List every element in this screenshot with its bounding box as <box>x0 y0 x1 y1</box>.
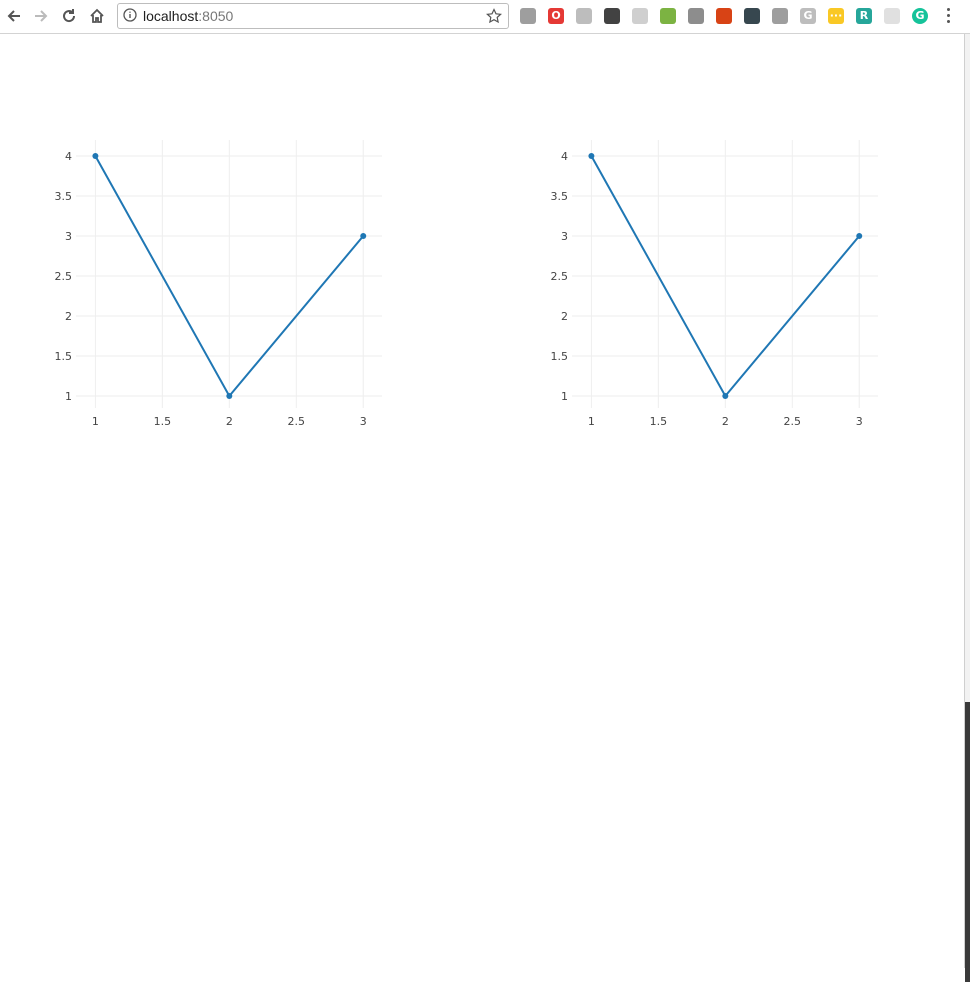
y-tick-label: 4 <box>65 150 72 163</box>
y-tick-label: 2.5 <box>551 270 569 283</box>
x-tick-label: 1.5 <box>650 415 668 428</box>
x-tick-label: 2 <box>722 415 729 428</box>
x-tick-label: 3 <box>856 415 863 428</box>
gridlines <box>572 140 878 408</box>
ext-g-icon[interactable]: G <box>800 8 816 24</box>
line-chart-2-svg[interactable]: 1 1.5 2 2.5 3 1 1.5 2 2.5 3 3.5 4 <box>546 140 906 440</box>
data-point[interactable] <box>588 153 595 159</box>
line-chart-2[interactable]: 1 1.5 2 2.5 3 1 1.5 2 2.5 3 3.5 4 <box>546 140 906 440</box>
ext-robot-icon[interactable] <box>772 8 788 24</box>
ext-grammarly-icon[interactable]: G <box>912 8 928 24</box>
browser-toolbar: localhost:8050 O G ··· R G <box>0 0 970 34</box>
x-tick-label: 1 <box>588 415 595 428</box>
x-tick-label: 2.5 <box>288 415 306 428</box>
bookmark-star-icon[interactable] <box>486 8 502 29</box>
url-host: localhost <box>143 8 199 24</box>
line-chart-1-svg[interactable]: 1 1.5 2 2.5 3 1 1.5 2 2.5 3 3.5 4 <box>50 140 410 440</box>
gridlines <box>76 140 382 408</box>
x-tick-label: 1 <box>92 415 99 428</box>
ext-opera-icon[interactable]: O <box>548 8 564 24</box>
ext-camera-icon[interactable] <box>688 8 704 24</box>
y-tick-label: 2 <box>65 310 72 323</box>
reload-icon[interactable] <box>58 5 80 27</box>
ext-plug-icon[interactable] <box>884 8 900 24</box>
ext-dots-icon[interactable]: ··· <box>828 8 844 24</box>
ext-q-icon[interactable] <box>520 8 536 24</box>
y-tick-label: 3 <box>561 230 568 243</box>
ext-plant-icon[interactable] <box>660 8 676 24</box>
x-tick-label: 2.5 <box>784 415 802 428</box>
x-tick-label: 1.5 <box>154 415 172 428</box>
y-tick-label: 3.5 <box>551 190 569 203</box>
x-tick-label: 3 <box>360 415 367 428</box>
ext-screen-icon[interactable] <box>576 8 592 24</box>
y-tick-label: 2 <box>561 310 568 323</box>
line-chart-1[interactable]: 1 1.5 2 2.5 3 1 1.5 2 2.5 3 3.5 4 <box>50 140 410 440</box>
y-tick-label: 3 <box>65 230 72 243</box>
forward-arrow-icon[interactable] <box>30 5 52 27</box>
url-text: localhost:8050 <box>143 8 233 24</box>
address-bar[interactable]: localhost:8050 <box>117 3 509 29</box>
data-point[interactable] <box>722 393 729 399</box>
adjacent-window-edge <box>964 34 970 982</box>
ext-r-icon[interactable]: R <box>856 8 872 24</box>
data-point[interactable] <box>92 153 99 159</box>
url-port: :8050 <box>198 8 234 24</box>
x-tick-label: 2 <box>226 415 233 428</box>
y-tick-label: 2.5 <box>55 270 73 283</box>
info-icon[interactable] <box>123 8 137 27</box>
ext-feather-icon[interactable] <box>632 8 648 24</box>
ext-book-icon[interactable] <box>716 8 732 24</box>
y-tick-label: 4 <box>561 150 568 163</box>
y-tick-label: 1.5 <box>55 350 73 363</box>
y-tick-label: 1.5 <box>551 350 569 363</box>
data-point[interactable] <box>856 233 863 239</box>
y-tick-label: 1 <box>65 390 72 403</box>
home-icon[interactable] <box>86 5 108 27</box>
y-tick-label: 1 <box>561 390 568 403</box>
y-tick-label: 3.5 <box>55 190 73 203</box>
ext-evernote-icon[interactable] <box>604 8 620 24</box>
menu-icon[interactable] <box>943 8 953 26</box>
data-point[interactable] <box>226 393 233 399</box>
ext-wallet-icon[interactable] <box>744 8 760 24</box>
data-point[interactable] <box>360 233 367 239</box>
back-arrow-icon[interactable] <box>3 5 25 27</box>
